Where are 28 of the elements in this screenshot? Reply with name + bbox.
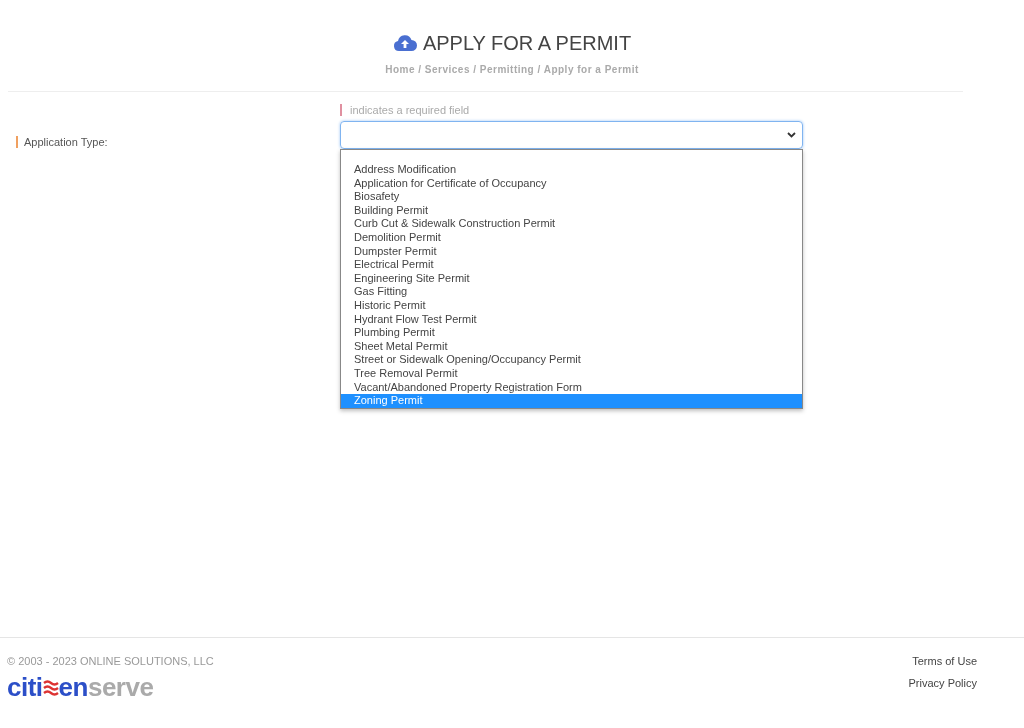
dropdown-option[interactable]: Dumpster Permit [341,244,802,259]
dropdown-option[interactable]: Building Permit [341,203,802,218]
required-note: indicates a required field [340,104,803,116]
dropdown-option[interactable]: Electrical Permit [341,258,802,272]
breadcrumb: Home / Services / Permitting / Apply for a Permit [385,63,639,77]
dropdown-option[interactable]: Street or Sidewalk Opening/Occupancy Permit [341,353,802,367]
dropdown-option[interactable]: Tree Removal Permit [341,366,802,381]
dropdown-option[interactable]: Hydrant Flow Test Permit [341,312,802,327]
dropdown-option[interactable]: Plumbing Permit [341,326,802,340]
dropdown-option[interactable]: Demolition Permit [341,230,802,245]
citizenserve-logo: citi enserve [7,671,155,702]
dropdown-option[interactable]: Curb Cut & Sidewalk Construction Permit [341,217,802,231]
dropdown-option[interactable]: Sheet Metal Permit [341,339,802,354]
dropdown-option[interactable]: Biosafety [341,190,802,204]
dropdown-option[interactable]: Vacant/Abandoned Property Registration Form [341,380,802,395]
dropdown-option[interactable]: Application for Certificate of Occupancy [341,176,802,191]
dropdown-option[interactable]: Engineering Site Permit [341,271,802,286]
cloud-upload-icon [392,34,417,52]
footer-link[interactable]: Terms of Use [912,653,977,670]
footer-link[interactable]: Privacy Policy [908,674,977,691]
chevron-down-icon [787,132,796,138]
dropdown-option[interactable]: Gas Fitting [341,285,802,299]
dropdown-option[interactable]: Address Modification [341,163,802,177]
dropdown-option[interactable]: Historic Permit [341,298,802,313]
copyright-text: © 2003 - 2023 ONLINE SOLUTIONS, LLC [7,654,214,669]
field-label: Application Type: [16,136,108,148]
page-title: APPLY FOR A PERMIT [422,31,632,56]
application-type-select[interactable] [340,121,803,149]
